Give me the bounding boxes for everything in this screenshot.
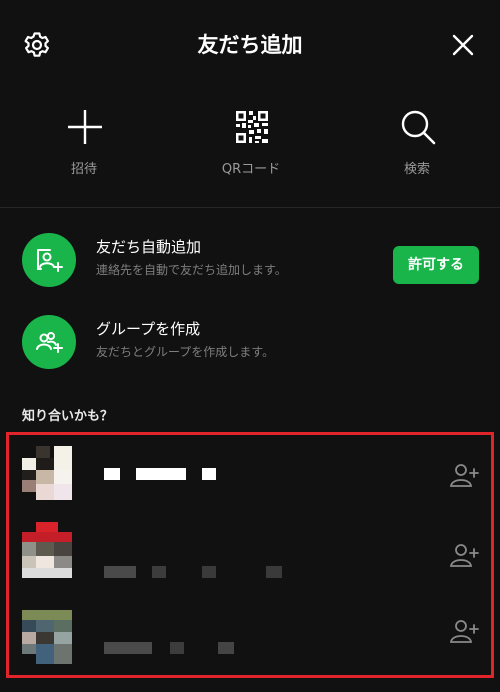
allow-button[interactable]: 許可する [393,246,479,284]
name-redacted [202,468,216,480]
qr-code-label: QRコード [221,162,281,177]
add-group-icon [22,315,76,369]
list-item[interactable] [0,596,500,676]
plus-icon [66,108,104,146]
search-label: 検索 [403,162,430,177]
create-group-row[interactable]: グループを作成 友だちとグループを作成します。 [0,300,500,380]
add-contact-icon [22,233,76,287]
qr-code-button[interactable]: QRコード [196,90,306,208]
page-title: 友だち追加 [197,33,303,57]
auto-add-row: 友だち自動追加 連絡先を自動で友だち追加します。 許可する [0,218,500,298]
search-button[interactable]: 検索 [362,90,472,208]
name-redacted [104,468,120,480]
name-redacted [136,468,186,480]
close-icon[interactable] [448,30,478,60]
text-redacted [104,566,136,578]
divider [0,207,500,208]
list-item[interactable] [0,432,500,512]
add-friend-icon[interactable] [448,460,480,492]
text-redacted [218,642,234,654]
invite-button[interactable]: 招待 [29,90,139,208]
avatar [22,522,72,578]
text-redacted [152,566,166,578]
list-item[interactable] [0,512,500,592]
add-friend-icon[interactable] [448,616,480,648]
text-redacted [266,566,282,578]
auto-add-description: 連絡先を自動で友だち追加します。 [96,263,287,277]
auto-add-title: 友だち自動追加 [96,238,202,256]
create-group-title: グループを作成 [96,320,201,338]
text-redacted [170,642,184,654]
add-methods: 招待 QRコード 検索 [0,90,500,208]
avatar [22,610,72,664]
text-redacted [104,642,152,654]
avatar [22,446,72,500]
add-friend-icon[interactable] [448,540,480,572]
text-redacted [202,566,216,578]
qr-code-icon [233,108,271,146]
suggestions-title: 知り合いかも？ [22,409,114,424]
invite-label: 招待 [70,162,97,177]
create-group-description: 友だちとグループを作成します。 [96,345,275,359]
search-icon [399,108,437,146]
header: 友だち追加 [0,0,500,90]
